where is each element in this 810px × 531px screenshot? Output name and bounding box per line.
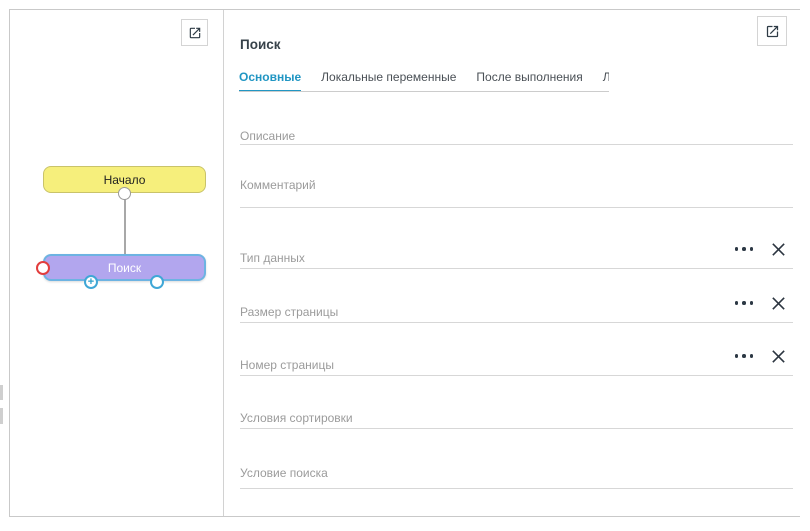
data-type-input[interactable] (240, 250, 793, 266)
field-comment (240, 176, 793, 208)
dot (742, 301, 746, 305)
dot (750, 301, 754, 305)
tab-log[interactable]: Лог (603, 65, 609, 92)
sort-conditions-input[interactable] (240, 410, 793, 426)
page-size-input[interactable] (240, 304, 793, 320)
field-page-size (240, 303, 793, 323)
tab-local-variables[interactable]: Локальные переменные (321, 65, 456, 92)
description-input[interactable] (240, 128, 793, 144)
tab-general[interactable]: Основные (239, 65, 301, 92)
properties-panel: Поиск Основные Локальные переменные Посл… (223, 10, 801, 516)
search-condition-input[interactable] (240, 465, 793, 481)
start-output-port[interactable] (118, 187, 131, 200)
dot (750, 247, 754, 251)
dot (742, 354, 746, 358)
more-options-icon[interactable] (733, 297, 756, 309)
field-sort-conditions (240, 409, 793, 429)
expand-icon (188, 26, 202, 40)
left-edge-artifact (0, 385, 3, 400)
node-search[interactable]: Поиск (43, 254, 206, 281)
dot (735, 301, 739, 305)
more-options-icon[interactable] (733, 243, 756, 255)
dot (750, 354, 754, 358)
left-edge-artifact (0, 408, 3, 424)
diagram-canvas[interactable]: Начало Поиск + (10, 10, 223, 516)
tab-after-execution[interactable]: После выполнения (476, 65, 582, 92)
field-search-condition (240, 464, 793, 489)
panel-expand-button[interactable] (757, 16, 787, 46)
add-connection-port[interactable]: + (84, 275, 98, 289)
expand-icon (765, 24, 780, 39)
canvas-expand-button[interactable] (181, 19, 208, 46)
comment-input[interactable] (240, 177, 793, 193)
dot (742, 247, 746, 251)
field-data-type (240, 249, 793, 269)
close-icon[interactable] (770, 348, 787, 365)
field-description (240, 127, 793, 145)
error-port[interactable] (36, 261, 50, 275)
search-output-port[interactable] (150, 275, 164, 289)
close-icon[interactable] (770, 241, 787, 258)
close-icon[interactable] (770, 295, 787, 312)
field-actions (727, 239, 788, 259)
plus-icon: + (88, 277, 94, 287)
dot (735, 354, 739, 358)
close-x-glyph (770, 348, 787, 365)
tab-bar: Основные Локальные переменные После выпо… (239, 65, 609, 92)
designer-window: Начало Поиск + Поиск Основные Локальные … (9, 9, 800, 517)
field-actions (727, 346, 788, 366)
field-page-number (240, 356, 793, 376)
dot (735, 247, 739, 251)
field-actions (727, 293, 788, 313)
page-number-input[interactable] (240, 357, 793, 373)
close-x-glyph (770, 241, 787, 258)
more-options-icon[interactable] (733, 350, 756, 362)
panel-title: Поиск (240, 37, 281, 52)
process-designer: Начало Поиск + Поиск Основные Локальные … (0, 0, 810, 531)
close-x-glyph (770, 295, 787, 312)
